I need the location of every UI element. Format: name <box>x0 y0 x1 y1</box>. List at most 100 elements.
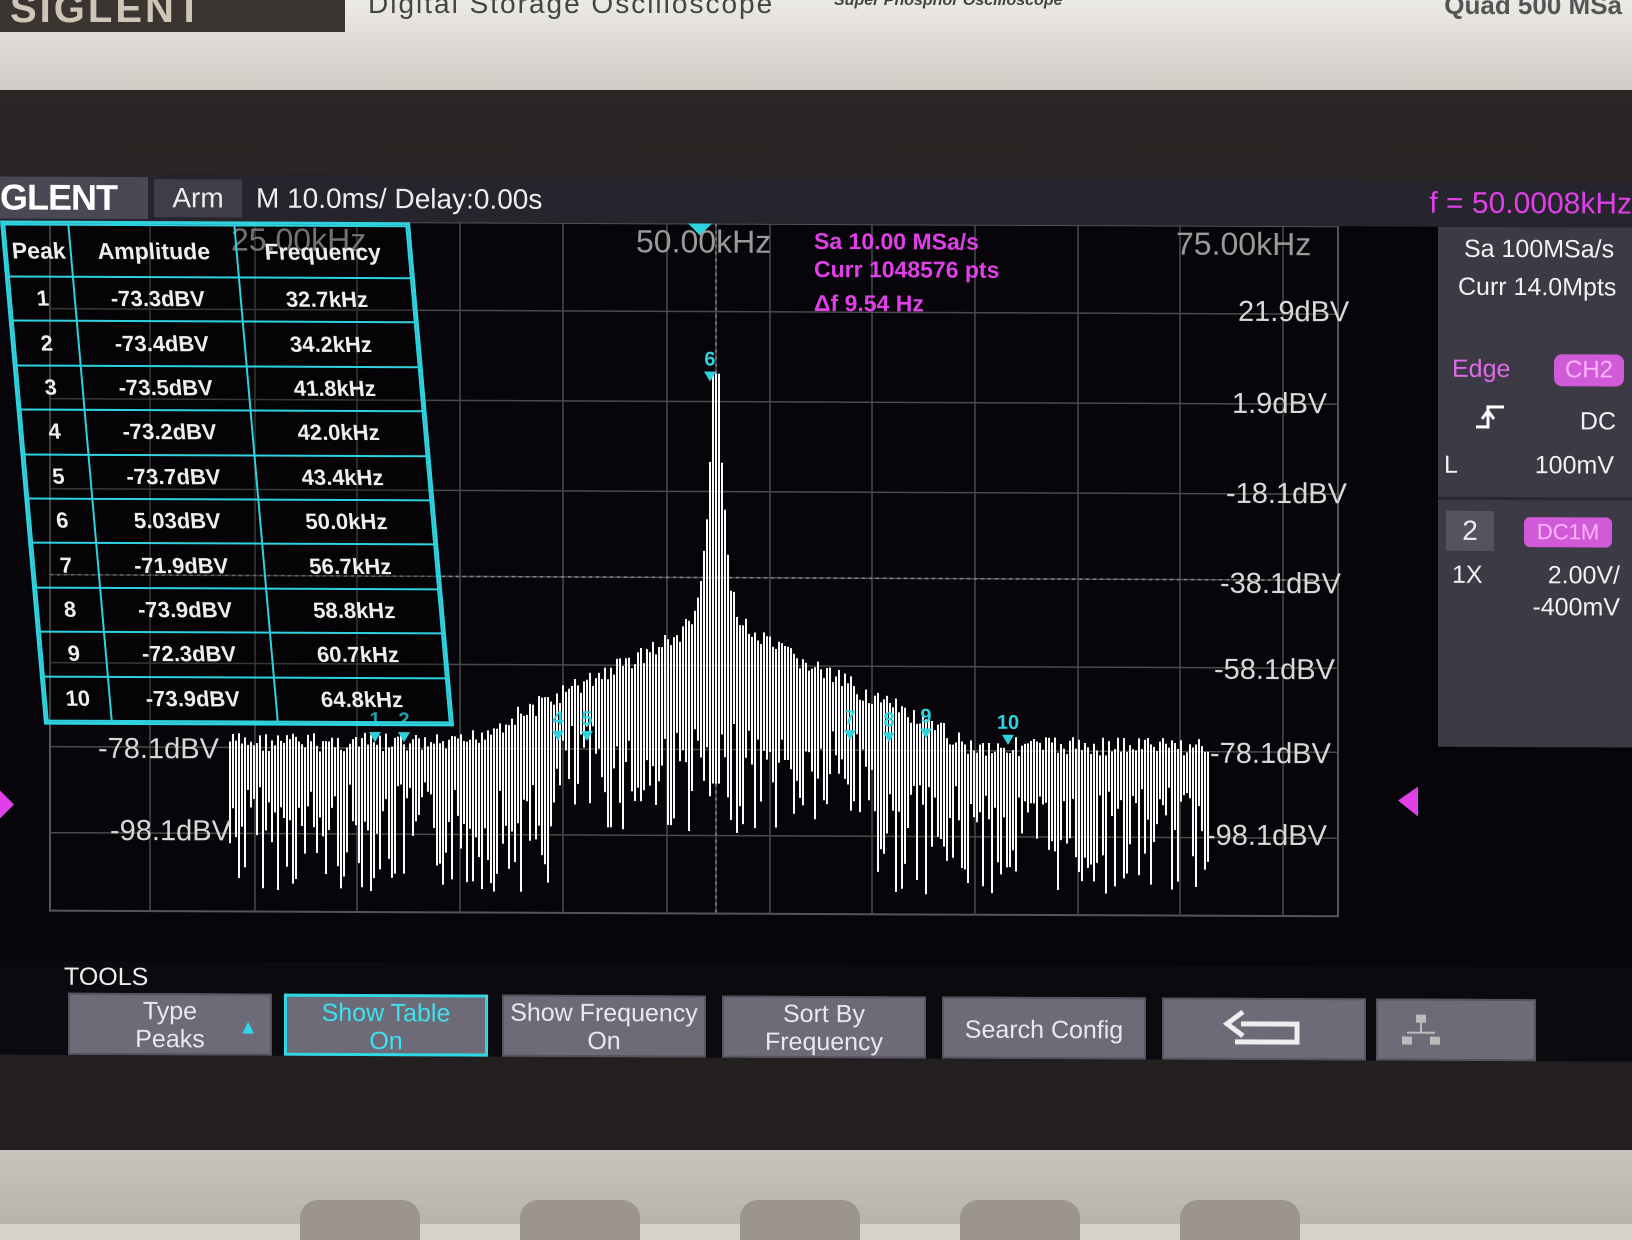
channel-number[interactable]: 2 <box>1446 511 1494 551</box>
peak-frequency-cell: 32.7kHz <box>239 277 415 322</box>
table-row: 4-73.2dBV42.0kHz <box>21 410 427 456</box>
peak-amplitude-cell: -73.7dBV <box>88 454 258 499</box>
trigger-coupling: DC <box>1438 407 1632 437</box>
return-arrow-icon <box>1219 1006 1309 1056</box>
peak-frequency-cell: 60.7kHz <box>270 633 446 678</box>
scope-bezel-top: SIGLENT Digital Storage Oscilloscope Sup… <box>0 0 1632 90</box>
peak-amplitude-cell: -73.5dBV <box>81 366 251 411</box>
acq-memory-depth: Curr 14.0Mpts <box>1438 273 1632 303</box>
volts-per-div: 2.00V/ <box>1438 561 1632 591</box>
network-button[interactable] <box>1376 998 1536 1061</box>
peak-amplitude-cell: -73.2dBV <box>85 410 255 455</box>
peak-frequency-cell: 43.4kHz <box>255 455 431 500</box>
front-panel-key[interactable] <box>960 1200 1080 1240</box>
channel-offset-icon <box>0 790 14 818</box>
tools-label: TOOLS <box>64 963 148 992</box>
sort-by-button[interactable]: Sort By Frequency <box>722 996 926 1059</box>
search-config-label: Search Config <box>965 1016 1123 1045</box>
fft-sample-rate: Sa 10.00 MSa/s <box>814 228 979 256</box>
show-frequency-button[interactable]: Show Frequency On <box>502 995 706 1058</box>
peak-marker-label: 10 <box>997 712 1019 734</box>
table-row: 2-73.4dBV34.2kHz <box>13 321 419 367</box>
peak-column-header: Peak <box>4 224 73 276</box>
search-config-button[interactable]: Search Config <box>942 997 1146 1060</box>
fft-resolution: Δf 9.54 Hz <box>814 290 924 317</box>
peak-peak-cell: 9 <box>40 632 108 677</box>
peak-peak-cell: 3 <box>17 365 85 410</box>
ref-level-label: 1.9dBV <box>1232 388 1327 421</box>
table-row: 10-73.9dBV64.8kHz <box>44 676 450 722</box>
brand-logo: SIGLENT <box>0 0 345 32</box>
channel-coupling-badge: DC1M <box>1524 517 1612 547</box>
ref-level-label: -98.1dBV <box>1206 820 1327 854</box>
table-row: 5-73.7dBV43.4kHz <box>24 454 430 500</box>
sort-by-label: Sort By <box>724 1000 924 1029</box>
channel-offset: -400mV <box>1438 593 1632 623</box>
sort-by-value: Frequency <box>724 1028 924 1057</box>
peak-peak-cell: 1 <box>9 276 77 321</box>
peak-frequency-cell: 41.8kHz <box>247 366 423 411</box>
front-panel-key[interactable] <box>740 1200 860 1240</box>
peak-marker <box>398 732 410 742</box>
table-row: 1-73.3dBV32.7kHz <box>9 276 415 322</box>
peak-amplitude-cell: -73.3dBV <box>73 277 243 322</box>
table-row: 3-73.5dBV41.8kHz <box>17 365 423 411</box>
peak-amplitude-cell: -72.3dBV <box>104 632 274 677</box>
show-table-button[interactable]: Show Table On <box>284 994 488 1057</box>
peak-frequency-cell: 50.0kHz <box>258 500 434 545</box>
ref-level-label: -18.1dBV <box>1226 478 1347 512</box>
peak-marker-label: 6 <box>704 349 715 371</box>
peak-marker <box>581 731 593 741</box>
siglent-logo: GLENT <box>0 176 148 219</box>
table-row: 9-72.3dBV60.7kHz <box>40 632 446 678</box>
front-panel-key[interactable] <box>1180 1200 1300 1240</box>
ref-level-label-left: -98.1dBV <box>110 815 231 849</box>
peak-frequency-cell: 34.2kHz <box>243 322 419 367</box>
peak-marker-label: 7 <box>844 707 855 729</box>
peak-marker-label: 4 <box>552 708 564 730</box>
peak-marker <box>920 728 932 738</box>
peak-amplitude-cell: -71.9dBV <box>96 543 266 588</box>
peak-peak-cell: 7 <box>32 543 100 588</box>
ref-level-label: 21.9dBV <box>1238 296 1349 329</box>
frequency-counter: f = 50.0008kHz <box>1429 185 1632 224</box>
peak-peak-cell: 2 <box>13 321 81 366</box>
peak-peak-cell: 4 <box>21 410 89 455</box>
status-bar: GLENT Arm M 10.0ms/ Delay:0.00s f = 50.0… <box>0 174 1632 227</box>
oscilloscope-screen: GLENT Arm M 10.0ms/ Delay:0.00s f = 50.0… <box>0 174 1632 1061</box>
freq-tick-right: 75.00kHz <box>1176 226 1311 264</box>
peak-amplitude-cell: -73.4dBV <box>77 321 247 366</box>
amplitude-column-header: Amplitude <box>68 225 239 278</box>
model-label: Digital Storage Oscilloscope <box>368 0 774 20</box>
timebase-readout: M 10.0ms/ Delay:0.00s <box>256 180 542 219</box>
peak-peak-cell: 10 <box>44 676 112 721</box>
peak-marker-label: 9 <box>920 705 931 727</box>
front-panel-key[interactable] <box>520 1200 640 1240</box>
trigger-level-icon <box>1398 787 1418 817</box>
peak-peak-cell: 5 <box>24 454 92 499</box>
show-table-value: On <box>287 1027 485 1056</box>
trigger-source-badge[interactable]: CH2 <box>1554 354 1624 386</box>
acquisition-panel: Sa 100MSa/s Curr 14.0Mpts Edge CH2 DC L … <box>1438 227 1632 748</box>
show-table-label: Show Table <box>287 999 485 1028</box>
peak-marker <box>704 372 716 382</box>
front-panel-key[interactable] <box>300 1200 420 1240</box>
fft-points: Curr 1048576 pts <box>814 256 999 284</box>
peak-amplitude-cell: -73.9dBV <box>108 676 278 721</box>
phosphor-label: Super Phosphor Oscilloscope <box>834 0 1063 10</box>
bezel-rate-label: Quad 500 MSa <box>1444 0 1622 21</box>
show-frequency-value: On <box>504 1027 704 1056</box>
peaks-table: Peak Amplitude Frequency 1-73.3dBV32.7kH… <box>0 220 454 726</box>
trigger-level: 100mV <box>1438 451 1632 481</box>
peak-marker-label: 8 <box>883 709 894 731</box>
freq-tick-center: 50.00kHz <box>636 223 771 261</box>
back-button[interactable] <box>1162 998 1366 1061</box>
peak-marker <box>1002 735 1014 745</box>
table-row: 8-73.9dBV58.8kHz <box>36 587 442 633</box>
ref-level-label: -58.1dBV <box>1214 654 1335 688</box>
peak-marker-label: 5 <box>581 708 592 730</box>
frequency-column-header: Frequency <box>235 225 411 278</box>
type-button[interactable]: Type Peaks ▲ <box>68 993 272 1056</box>
ref-level-label: -78.1dBV <box>1210 738 1331 772</box>
peak-amplitude-cell: -73.9dBV <box>100 588 270 633</box>
